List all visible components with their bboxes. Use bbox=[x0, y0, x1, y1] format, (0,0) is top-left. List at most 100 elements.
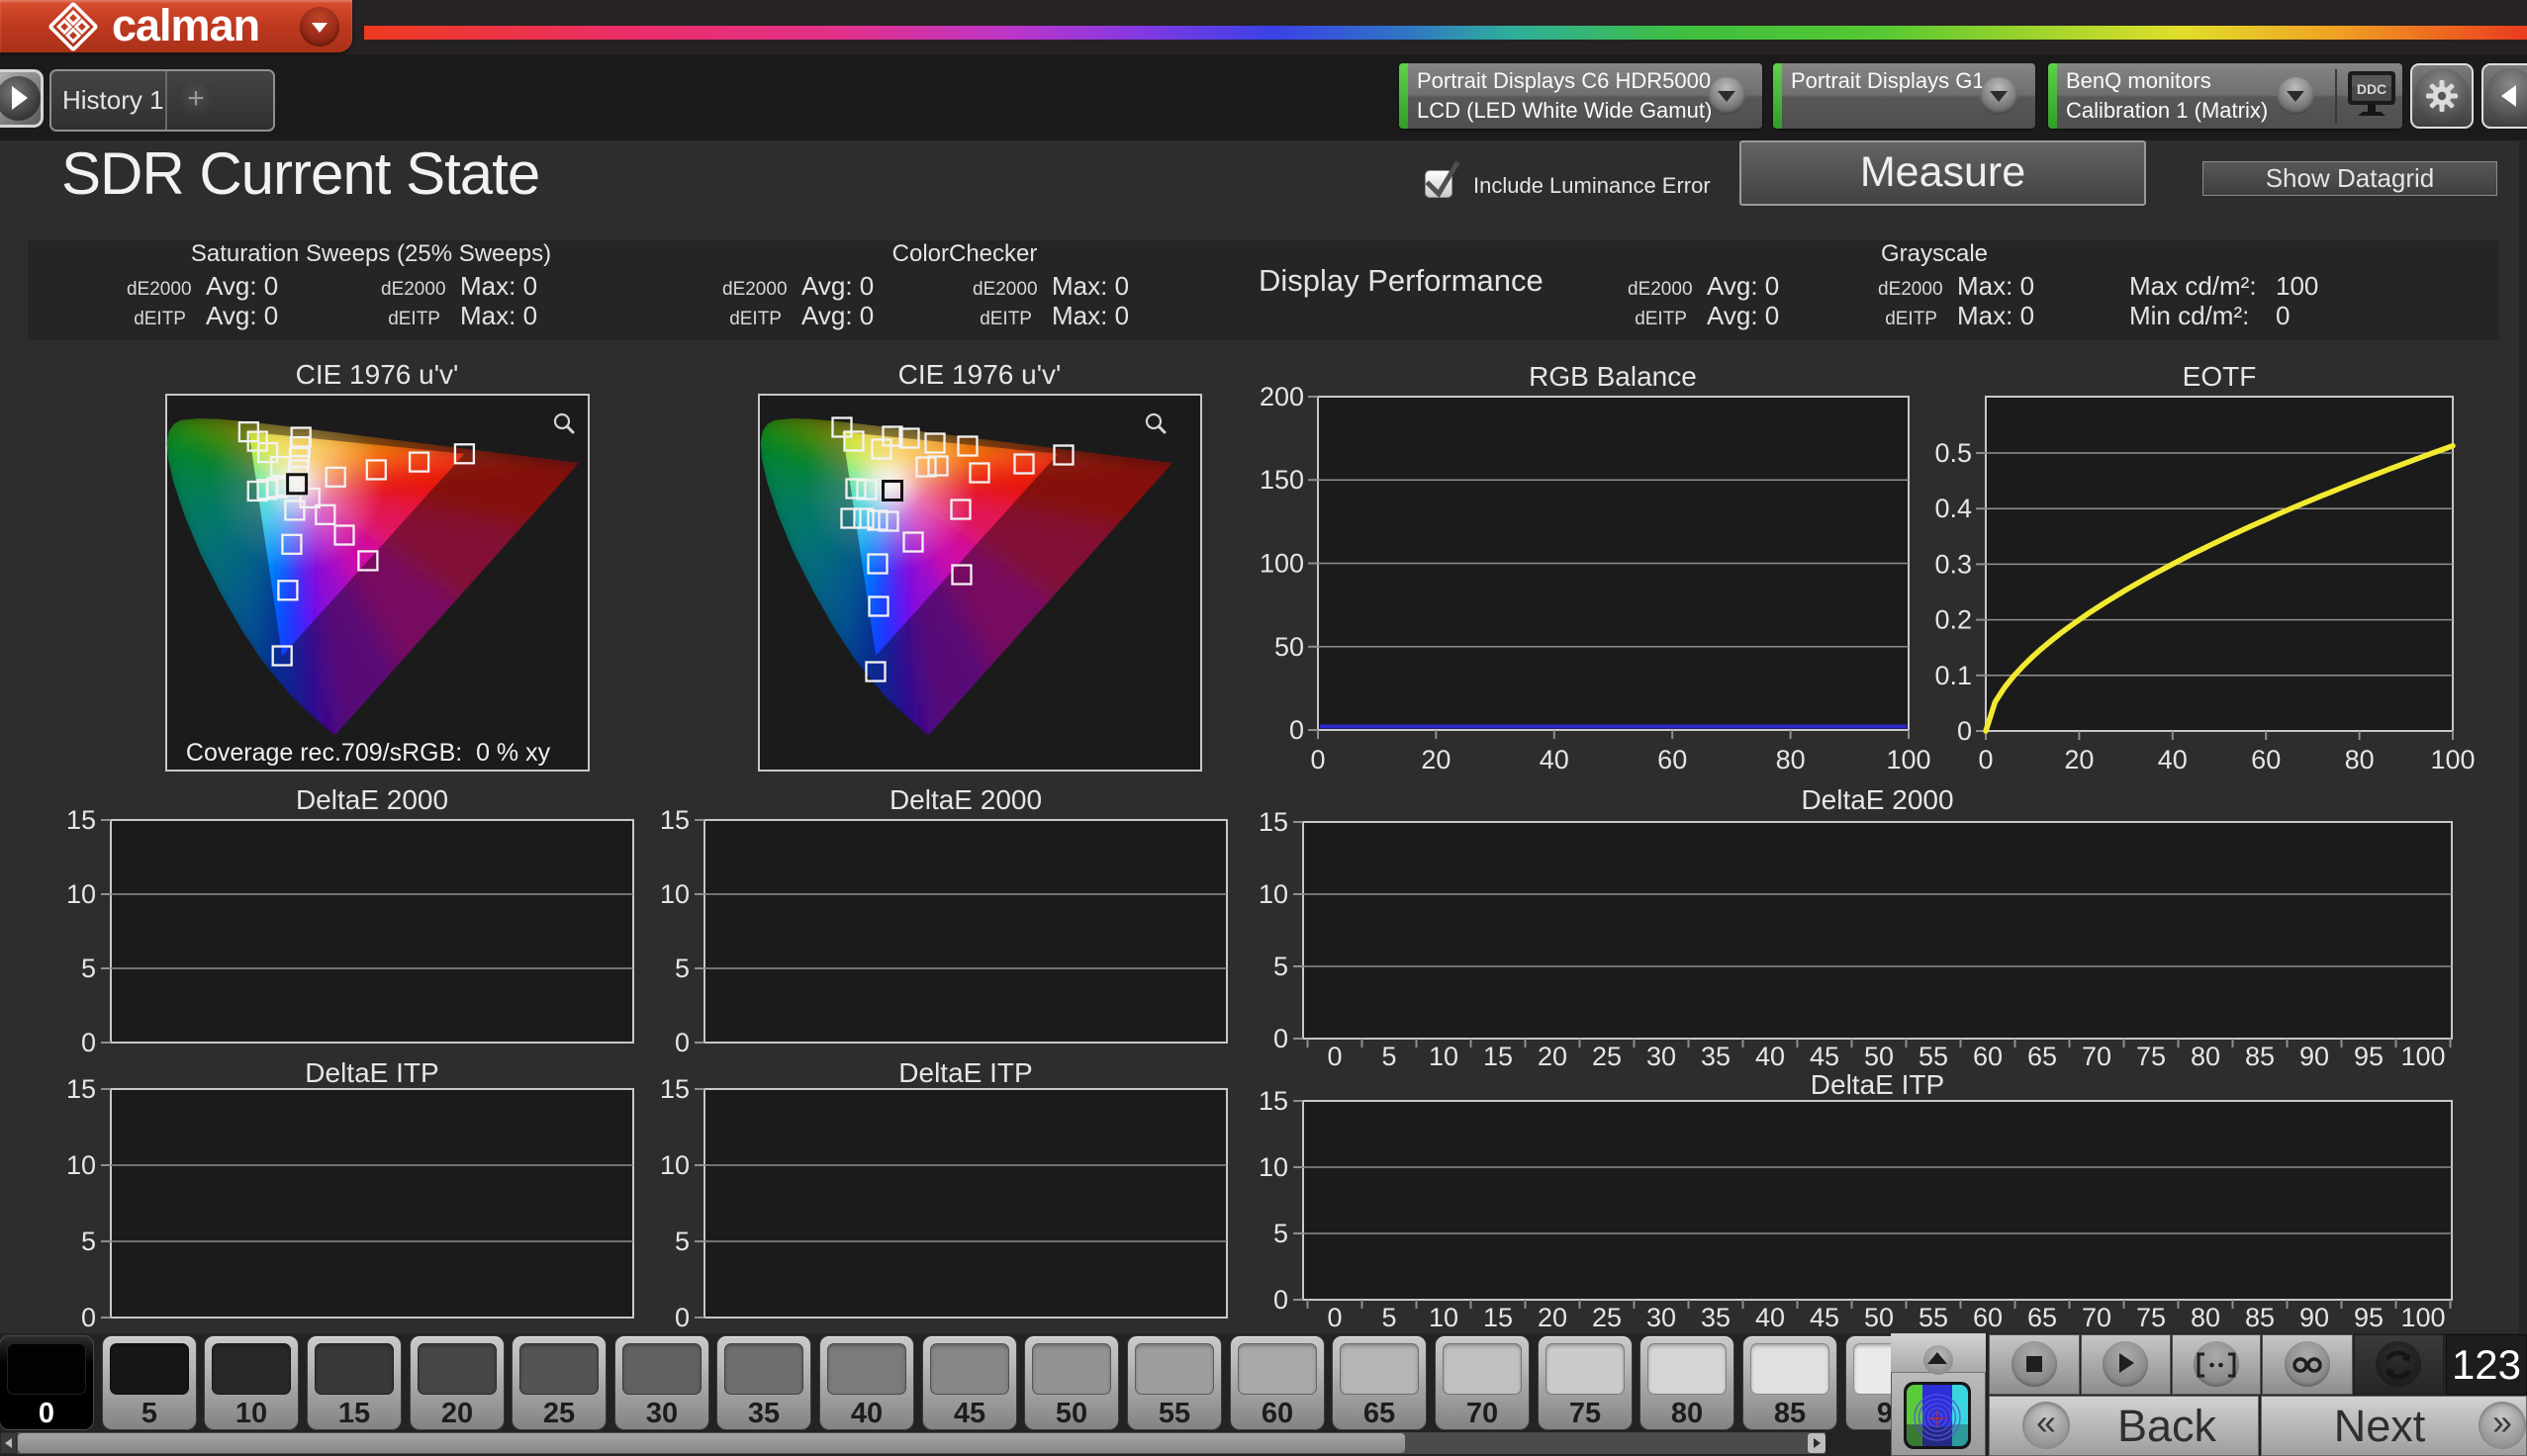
svg-text:5: 5 bbox=[81, 954, 96, 983]
svg-text:30: 30 bbox=[1646, 1303, 1676, 1332]
svg-text:10: 10 bbox=[1429, 1042, 1458, 1071]
svg-text:0: 0 bbox=[1957, 716, 1972, 746]
svg-text:100: 100 bbox=[2400, 1303, 2445, 1332]
svg-text:DeltaE 2000: DeltaE 2000 bbox=[296, 784, 448, 815]
svg-text:0.5: 0.5 bbox=[1934, 438, 1972, 468]
svg-text:15: 15 bbox=[1483, 1303, 1513, 1332]
svg-text:CIE 1976 u'v': CIE 1976 u'v' bbox=[898, 359, 1062, 390]
svg-text:10: 10 bbox=[1259, 1152, 1288, 1182]
svg-text:10: 10 bbox=[660, 1150, 690, 1180]
svg-text:5: 5 bbox=[1273, 1219, 1288, 1248]
svg-text:45: 45 bbox=[1810, 1042, 1839, 1071]
svg-text:60: 60 bbox=[2251, 745, 2281, 774]
svg-text:0: 0 bbox=[675, 1028, 690, 1057]
svg-text:15: 15 bbox=[66, 1074, 96, 1104]
svg-text:10: 10 bbox=[660, 879, 690, 909]
svg-text:0: 0 bbox=[1310, 745, 1325, 774]
svg-text:Coverage rec.709/sRGB: 0 % xy: Coverage rec.709/sRGB: 0 % xy bbox=[186, 739, 551, 767]
svg-text:65: 65 bbox=[2027, 1303, 2057, 1332]
svg-text:30: 30 bbox=[1646, 1042, 1676, 1071]
svg-text:5: 5 bbox=[81, 1227, 96, 1256]
svg-text:EOTF: EOTF bbox=[2183, 361, 2257, 392]
svg-text:20: 20 bbox=[1538, 1042, 1567, 1071]
svg-text:5: 5 bbox=[675, 1227, 690, 1256]
svg-text:60: 60 bbox=[1973, 1303, 2003, 1332]
svg-text:5: 5 bbox=[1381, 1303, 1396, 1332]
svg-text:50: 50 bbox=[1864, 1303, 1894, 1332]
svg-text:60: 60 bbox=[1657, 745, 1687, 774]
svg-text:90: 90 bbox=[2299, 1303, 2329, 1332]
svg-text:60: 60 bbox=[1973, 1042, 2003, 1071]
svg-text:85: 85 bbox=[2245, 1303, 2275, 1332]
svg-text:75: 75 bbox=[2136, 1042, 2166, 1071]
svg-text:50: 50 bbox=[1864, 1042, 1894, 1071]
svg-text:15: 15 bbox=[1259, 1086, 1288, 1116]
svg-text:0.3: 0.3 bbox=[1934, 549, 1972, 579]
svg-text:95: 95 bbox=[2354, 1303, 2384, 1332]
svg-text:90: 90 bbox=[2299, 1042, 2329, 1071]
svg-text:DeltaE ITP: DeltaE ITP bbox=[1811, 1069, 1944, 1100]
svg-text:40: 40 bbox=[1540, 745, 1569, 774]
svg-text:35: 35 bbox=[1701, 1303, 1731, 1332]
svg-text:25: 25 bbox=[1592, 1042, 1622, 1071]
svg-text:40: 40 bbox=[1755, 1042, 1785, 1071]
svg-text:10: 10 bbox=[1429, 1303, 1458, 1332]
svg-text:80: 80 bbox=[1776, 745, 1806, 774]
svg-text:RGB Balance: RGB Balance bbox=[1529, 361, 1697, 392]
svg-text:10: 10 bbox=[66, 879, 96, 909]
svg-text:15: 15 bbox=[66, 805, 96, 835]
svg-text:0.2: 0.2 bbox=[1934, 605, 1972, 635]
svg-text:100: 100 bbox=[1260, 549, 1304, 579]
svg-text:10: 10 bbox=[66, 1150, 96, 1180]
svg-text:0: 0 bbox=[1327, 1303, 1342, 1332]
svg-text:0: 0 bbox=[1273, 1285, 1288, 1315]
svg-text:70: 70 bbox=[2082, 1042, 2111, 1071]
svg-text:0: 0 bbox=[1327, 1042, 1342, 1071]
svg-text:0: 0 bbox=[1978, 745, 1993, 774]
svg-text:0: 0 bbox=[81, 1028, 96, 1057]
svg-text:100: 100 bbox=[2400, 1042, 2445, 1071]
svg-text:0: 0 bbox=[1289, 715, 1304, 745]
svg-text:95: 95 bbox=[2354, 1042, 2384, 1071]
svg-text:65: 65 bbox=[2027, 1042, 2057, 1071]
svg-text:85: 85 bbox=[2245, 1042, 2275, 1071]
svg-text:0.4: 0.4 bbox=[1934, 494, 1972, 523]
svg-text:20: 20 bbox=[1421, 745, 1451, 774]
svg-text:0: 0 bbox=[81, 1303, 96, 1332]
svg-text:55: 55 bbox=[1919, 1303, 1948, 1332]
svg-text:80: 80 bbox=[2191, 1303, 2220, 1332]
svg-text:25: 25 bbox=[1592, 1303, 1622, 1332]
svg-text:80: 80 bbox=[2191, 1042, 2220, 1071]
svg-text:CIE 1976 u'v': CIE 1976 u'v' bbox=[296, 359, 459, 390]
svg-text:0: 0 bbox=[675, 1303, 690, 1332]
svg-text:15: 15 bbox=[1483, 1042, 1513, 1071]
svg-text:45: 45 bbox=[1810, 1303, 1839, 1332]
svg-text:100: 100 bbox=[1886, 745, 1930, 774]
svg-text:15: 15 bbox=[660, 805, 690, 835]
svg-text:70: 70 bbox=[2082, 1303, 2111, 1332]
svg-text:75: 75 bbox=[2136, 1303, 2166, 1332]
svg-text:DeltaE ITP: DeltaE ITP bbox=[898, 1057, 1032, 1088]
svg-text:20: 20 bbox=[1538, 1303, 1567, 1332]
svg-text:15: 15 bbox=[660, 1074, 690, 1104]
svg-text:0.1: 0.1 bbox=[1934, 661, 1972, 690]
svg-text:15: 15 bbox=[1259, 807, 1288, 837]
svg-text:200: 200 bbox=[1260, 382, 1304, 411]
svg-text:DeltaE 2000: DeltaE 2000 bbox=[1801, 784, 1953, 815]
svg-text:10: 10 bbox=[1259, 879, 1288, 909]
svg-text:5: 5 bbox=[1273, 952, 1288, 981]
svg-text:40: 40 bbox=[1755, 1303, 1785, 1332]
svg-text:50: 50 bbox=[1274, 632, 1304, 662]
svg-text:55: 55 bbox=[1919, 1042, 1948, 1071]
svg-text:DeltaE 2000: DeltaE 2000 bbox=[889, 784, 1042, 815]
svg-text:5: 5 bbox=[675, 954, 690, 983]
svg-text:20: 20 bbox=[2064, 745, 2094, 774]
svg-text:35: 35 bbox=[1701, 1042, 1731, 1071]
svg-text:5: 5 bbox=[1381, 1042, 1396, 1071]
svg-text:0: 0 bbox=[1273, 1024, 1288, 1053]
svg-text:150: 150 bbox=[1260, 465, 1304, 495]
svg-text:80: 80 bbox=[2345, 745, 2375, 774]
svg-text:40: 40 bbox=[2158, 745, 2188, 774]
svg-text:DeltaE ITP: DeltaE ITP bbox=[305, 1057, 438, 1088]
svg-text:100: 100 bbox=[2430, 745, 2475, 774]
